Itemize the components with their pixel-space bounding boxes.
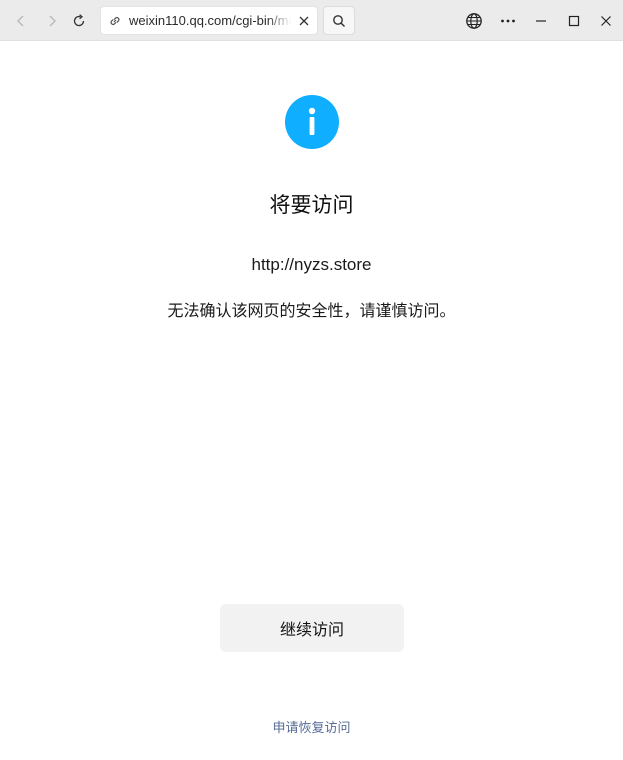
security-warning: 无法确认该网页的安全性，请谨慎访问。: [167, 301, 456, 320]
address-bar[interactable]: weixin110.qq.com/cgi-bin/mmspamsupport-b…: [100, 6, 318, 35]
close-icon: [299, 16, 309, 25]
close-window-button[interactable]: [592, 7, 620, 35]
minimize-icon: [536, 20, 546, 22]
more-dots-icon: [501, 19, 515, 23]
forward-button[interactable]: [38, 7, 66, 35]
refresh-button[interactable]: [65, 7, 93, 35]
browser-toolbar: weixin110.qq.com/cgi-bin/mmspamsupport-b…: [0, 0, 623, 41]
globe-icon: [466, 13, 482, 29]
more-button[interactable]: [494, 7, 522, 35]
page-title: 将要访问: [269, 193, 354, 217]
search-icon: [333, 14, 346, 27]
restore-access-link[interactable]: 申请恢复访问: [0, 717, 623, 736]
address-url[interactable]: weixin110.qq.com/cgi-bin/mmspamsupport-b…: [129, 13, 291, 28]
refresh-icon: [73, 14, 85, 27]
target-url: http://nyzs.store: [251, 255, 372, 274]
clear-address-button[interactable]: [291, 15, 317, 27]
info-icon: [285, 95, 339, 149]
minimize-button[interactable]: [527, 7, 555, 35]
language-button[interactable]: [460, 7, 488, 35]
search-button[interactable]: [323, 6, 355, 35]
close-icon: [601, 16, 611, 26]
maximize-button[interactable]: [560, 7, 588, 35]
continue-button[interactable]: 继续访问: [220, 604, 404, 652]
link-icon: [101, 14, 129, 28]
forward-arrow-icon: [49, 15, 56, 27]
back-arrow-icon: [17, 15, 24, 27]
back-button[interactable]: [7, 7, 35, 35]
maximize-icon: [568, 15, 580, 27]
